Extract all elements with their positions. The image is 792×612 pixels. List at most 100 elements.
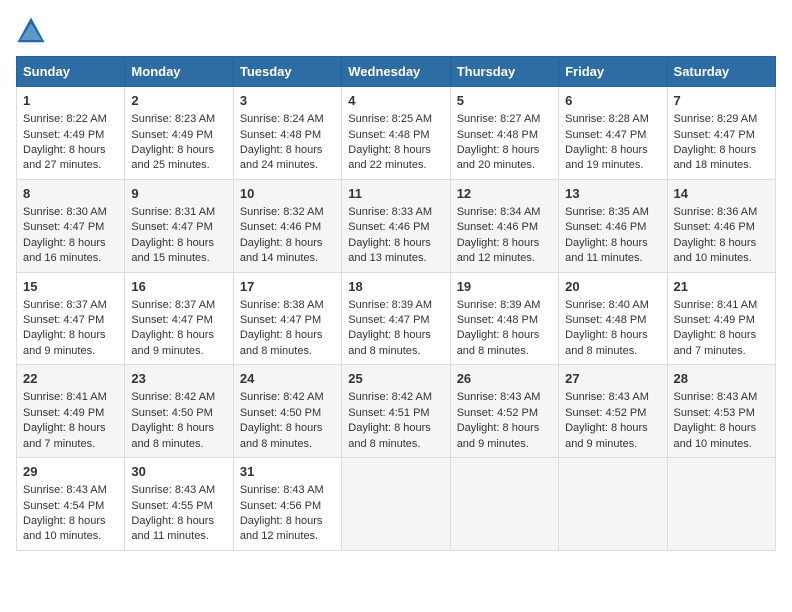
- day-info-line: Sunrise: 8:23 AM: [131, 112, 226, 127]
- day-info-line: Daylight: 8 hours: [23, 328, 118, 343]
- day-number: 8: [23, 185, 118, 203]
- day-info-line: Daylight: 8 hours: [131, 421, 226, 436]
- day-info-line: Sunset: 4:47 PM: [674, 128, 769, 143]
- weekday-header-wednesday: Wednesday: [342, 57, 450, 87]
- day-info-line: Daylight: 8 hours: [565, 421, 660, 436]
- day-info-line: Sunrise: 8:24 AM: [240, 112, 335, 127]
- day-info-line: Sunrise: 8:37 AM: [23, 298, 118, 313]
- day-info-line: Daylight: 8 hours: [23, 236, 118, 251]
- day-info-line: and 8 minutes.: [348, 437, 443, 452]
- day-info-line: Sunrise: 8:35 AM: [565, 205, 660, 220]
- day-info-line: and 14 minutes.: [240, 251, 335, 266]
- calendar-day-cell: 24Sunrise: 8:42 AMSunset: 4:50 PMDayligh…: [233, 365, 341, 458]
- day-number: 29: [23, 463, 118, 481]
- calendar-day-cell: 12Sunrise: 8:34 AMSunset: 4:46 PMDayligh…: [450, 179, 558, 272]
- day-number: 7: [674, 92, 769, 110]
- day-number: 1: [23, 92, 118, 110]
- calendar-day-cell: 2Sunrise: 8:23 AMSunset: 4:49 PMDaylight…: [125, 87, 233, 180]
- calendar-day-cell: 23Sunrise: 8:42 AMSunset: 4:50 PMDayligh…: [125, 365, 233, 458]
- day-info-line: Sunset: 4:46 PM: [348, 220, 443, 235]
- day-info-line: Daylight: 8 hours: [348, 328, 443, 343]
- day-info-line: Sunset: 4:51 PM: [348, 406, 443, 421]
- day-info-line: Sunset: 4:48 PM: [457, 313, 552, 328]
- calendar-day-cell: 5Sunrise: 8:27 AMSunset: 4:48 PMDaylight…: [450, 87, 558, 180]
- day-number: 13: [565, 185, 660, 203]
- weekday-header-row: SundayMondayTuesdayWednesdayThursdayFrid…: [17, 57, 776, 87]
- day-info-line: Daylight: 8 hours: [131, 514, 226, 529]
- day-info-line: and 12 minutes.: [457, 251, 552, 266]
- day-info-line: Sunrise: 8:41 AM: [674, 298, 769, 313]
- day-info-line: Sunrise: 8:42 AM: [131, 390, 226, 405]
- day-number: 6: [565, 92, 660, 110]
- day-info-line: Sunrise: 8:39 AM: [348, 298, 443, 313]
- day-info-line: Sunrise: 8:25 AM: [348, 112, 443, 127]
- day-number: 2: [131, 92, 226, 110]
- day-info-line: Sunrise: 8:22 AM: [23, 112, 118, 127]
- day-info-line: and 8 minutes.: [131, 437, 226, 452]
- day-info-line: Sunrise: 8:43 AM: [565, 390, 660, 405]
- day-number: 16: [131, 278, 226, 296]
- weekday-header-tuesday: Tuesday: [233, 57, 341, 87]
- day-info-line: and 10 minutes.: [674, 437, 769, 452]
- weekday-header-sunday: Sunday: [17, 57, 125, 87]
- calendar-day-cell: 18Sunrise: 8:39 AMSunset: 4:47 PMDayligh…: [342, 272, 450, 365]
- day-info-line: and 9 minutes.: [131, 344, 226, 359]
- day-number: 22: [23, 370, 118, 388]
- day-info-line: and 18 minutes.: [674, 158, 769, 173]
- day-number: 28: [674, 370, 769, 388]
- weekday-header-saturday: Saturday: [667, 57, 775, 87]
- day-info-line: and 19 minutes.: [565, 158, 660, 173]
- calendar-day-cell: 31Sunrise: 8:43 AMSunset: 4:56 PMDayligh…: [233, 458, 341, 551]
- calendar-day-cell: 15Sunrise: 8:37 AMSunset: 4:47 PMDayligh…: [17, 272, 125, 365]
- day-info-line: Sunrise: 8:38 AM: [240, 298, 335, 313]
- day-info-line: Sunset: 4:53 PM: [674, 406, 769, 421]
- calendar-day-cell: 3Sunrise: 8:24 AMSunset: 4:48 PMDaylight…: [233, 87, 341, 180]
- calendar-day-cell: 30Sunrise: 8:43 AMSunset: 4:55 PMDayligh…: [125, 458, 233, 551]
- day-info-line: Daylight: 8 hours: [565, 328, 660, 343]
- day-info-line: Sunset: 4:56 PM: [240, 499, 335, 514]
- day-number: 21: [674, 278, 769, 296]
- day-number: 12: [457, 185, 552, 203]
- day-info-line: Daylight: 8 hours: [23, 143, 118, 158]
- calendar-day-cell: 21Sunrise: 8:41 AMSunset: 4:49 PMDayligh…: [667, 272, 775, 365]
- day-number: 25: [348, 370, 443, 388]
- calendar-day-cell: 19 Sunrise: 8:39 AMSunset: 4:48 PMDayligh…: [450, 272, 558, 365]
- day-info-line: Daylight: 8 hours: [131, 143, 226, 158]
- day-info-line: and 8 minutes.: [240, 344, 335, 359]
- day-info-line: Sunset: 4:47 PM: [131, 313, 226, 328]
- day-info-line: Sunset: 4:47 PM: [23, 220, 118, 235]
- day-number: 17: [240, 278, 335, 296]
- day-number: 4: [348, 92, 443, 110]
- day-info-line: and 7 minutes.: [674, 344, 769, 359]
- calendar-week-row: 1Sunrise: 8:22 AMSunset: 4:49 PMDaylight…: [17, 87, 776, 180]
- page-header: [16, 16, 776, 46]
- day-info-line: Sunset: 4:46 PM: [565, 220, 660, 235]
- day-info-line: Sunrise: 8:27 AM: [457, 112, 552, 127]
- day-info-line: Daylight: 8 hours: [23, 421, 118, 436]
- day-info-line: Sunset: 4:48 PM: [457, 128, 552, 143]
- day-info-line: Daylight: 8 hours: [674, 328, 769, 343]
- calendar-day-cell: 28Sunrise: 8:43 AMSunset: 4:53 PMDayligh…: [667, 365, 775, 458]
- day-info-line: Sunset: 4:46 PM: [674, 220, 769, 235]
- day-number: 19: [457, 278, 552, 296]
- day-info-line: Sunrise: 8:39 AM: [457, 298, 552, 313]
- day-info-line: and 16 minutes.: [23, 251, 118, 266]
- day-info-line: Sunrise: 8:36 AM: [674, 205, 769, 220]
- day-info-line: Daylight: 8 hours: [457, 328, 552, 343]
- weekday-header-thursday: Thursday: [450, 57, 558, 87]
- calendar-day-cell: 20Sunrise: 8:40 AMSunset: 4:48 PMDayligh…: [559, 272, 667, 365]
- calendar-day-cell: 25Sunrise: 8:42 AMSunset: 4:51 PMDayligh…: [342, 365, 450, 458]
- day-info-line: Sunset: 4:52 PM: [565, 406, 660, 421]
- day-info-line: Sunset: 4:49 PM: [23, 406, 118, 421]
- day-info-line: and 12 minutes.: [240, 529, 335, 544]
- calendar-day-cell: 11Sunrise: 8:33 AMSunset: 4:46 PMDayligh…: [342, 179, 450, 272]
- day-info-line: and 13 minutes.: [348, 251, 443, 266]
- day-info-line: Sunset: 4:46 PM: [457, 220, 552, 235]
- day-info-line: Daylight: 8 hours: [674, 143, 769, 158]
- day-info-line: and 7 minutes.: [23, 437, 118, 452]
- day-info-line: Daylight: 8 hours: [240, 236, 335, 251]
- day-info-line: Daylight: 8 hours: [674, 236, 769, 251]
- calendar-day-cell: 22Sunrise: 8:41 AMSunset: 4:49 PMDayligh…: [17, 365, 125, 458]
- calendar-day-cell: 29Sunrise: 8:43 AMSunset: 4:54 PMDayligh…: [17, 458, 125, 551]
- day-info-line: Sunset: 4:55 PM: [131, 499, 226, 514]
